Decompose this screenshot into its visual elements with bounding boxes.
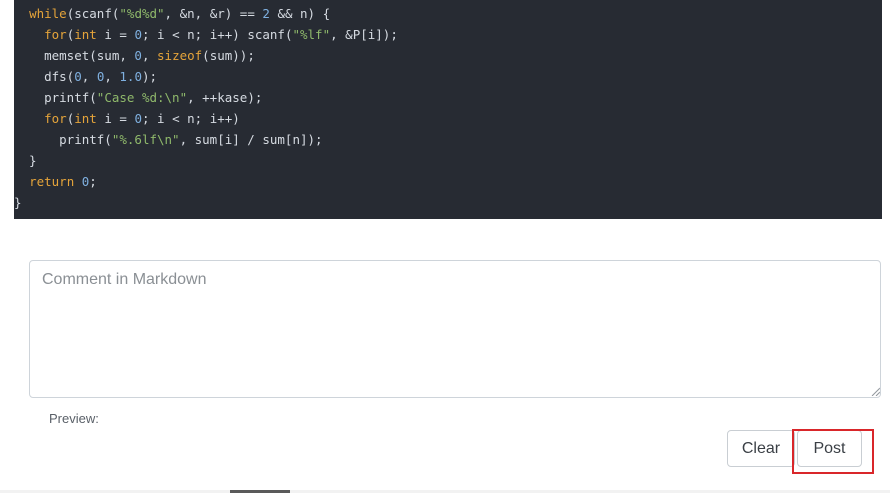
code-token-plain: && n) { (269, 6, 331, 21)
code-token-number: 2 (262, 6, 270, 21)
code-token-plain: , &n, &r) == (164, 6, 263, 21)
resize-grip-icon[interactable] (870, 386, 880, 396)
code-token-plain: memset(sum, (14, 48, 135, 63)
code-token-plain: i = (96, 27, 135, 42)
code-line: dfs(0, 0, 1.0); (14, 66, 882, 87)
code-token-string: "%d%d" (119, 6, 165, 21)
code-token-plain: } (14, 153, 37, 168)
code-token-plain: , (141, 48, 158, 63)
clear-button[interactable]: Clear (727, 430, 795, 467)
code-token-keyword: int (74, 111, 97, 126)
comment-input[interactable] (29, 260, 881, 398)
code-line: while(scanf("%d%d", &n, &r) == 2 && n) { (14, 3, 882, 24)
code-token-keyword: return (29, 174, 75, 189)
code-token-plain: printf( (14, 132, 112, 147)
code-token-plain: ; (89, 174, 97, 189)
code-token-plain: } (14, 195, 22, 210)
code-token-string: "%.6lf\n" (111, 132, 180, 147)
code-token-plain: , sum[i] / sum[n]); (179, 132, 323, 147)
post-button-highlight (792, 429, 874, 474)
code-line: for(int i = 0; i < n; i++) (14, 108, 882, 129)
code-token-number: 0 (134, 111, 142, 126)
code-token-plain: ; i < n; i++) scanf( (141, 27, 293, 42)
code-token-plain: , &P[i]); (330, 27, 398, 42)
code-token-string: "%lf" (292, 27, 331, 42)
preview-label: Preview: (49, 411, 99, 426)
code-token-plain: ; i < n; i++) (141, 111, 240, 126)
code-line: printf("%.6lf\n", sum[i] / sum[n]); (14, 129, 882, 150)
code-token-plain: i = (96, 111, 135, 126)
code-line: for(int i = 0; i < n; i++) scanf("%lf", … (14, 24, 882, 45)
code-token-keyword: sizeof (157, 48, 203, 63)
code-line: } (14, 192, 882, 213)
code-token-plain: , (81, 69, 97, 84)
code-token-plain: (sum)); (202, 48, 255, 63)
code-line: printf("Case %d:\n", ++kase); (14, 87, 882, 108)
code-token-number: 0 (74, 69, 82, 84)
code-token-plain: , ++kase); (187, 90, 263, 105)
code-token-keyword: for (44, 27, 67, 42)
code-line: return 0; (14, 171, 882, 192)
code-line: } (14, 150, 882, 171)
code-token-plain: (scanf( (66, 6, 120, 21)
code-line: memset(sum, 0, sizeof(sum)); (14, 45, 882, 66)
code-block: while(scanf("%d%d", &n, &r) == 2 && n) {… (14, 0, 882, 219)
code-token-plain: ); (141, 69, 158, 84)
code-token-plain: , (104, 69, 120, 84)
code-token-number: 0 (134, 27, 142, 42)
code-token-string: "Case %d:\n" (96, 90, 188, 105)
code-token-plain: printf( (14, 90, 97, 105)
code-token-keyword: for (44, 111, 67, 126)
code-token-keyword: while (29, 6, 67, 21)
code-token-plain: dfs( (14, 69, 75, 84)
code-token-number: 0 (134, 48, 142, 63)
code-token-keyword: int (74, 27, 97, 42)
code-token-number: 1.0 (119, 69, 142, 84)
